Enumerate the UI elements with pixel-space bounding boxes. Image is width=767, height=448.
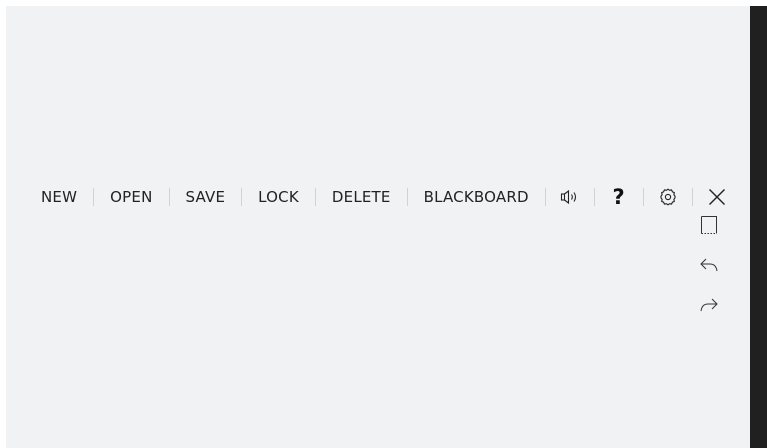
separator <box>544 188 546 206</box>
separator <box>642 188 644 206</box>
save-button[interactable]: SAVE <box>181 184 231 210</box>
redo-icon[interactable] <box>696 292 722 318</box>
separator <box>93 188 95 206</box>
help-icon[interactable]: ? <box>606 184 632 210</box>
delete-button[interactable]: DELETE <box>327 184 396 210</box>
open-button[interactable]: OPEN <box>105 184 157 210</box>
edge-strip <box>750 6 767 448</box>
lock-button[interactable]: LOCK <box>253 184 304 210</box>
undo-icon[interactable] <box>696 252 722 278</box>
separator <box>241 188 243 206</box>
side-toolbar <box>696 212 722 332</box>
separator <box>168 188 170 206</box>
new-button[interactable]: NEW <box>36 184 82 210</box>
speaker-icon[interactable] <box>557 184 583 210</box>
page-icon[interactable] <box>696 212 722 238</box>
close-icon[interactable] <box>704 184 730 210</box>
main-toolbar: NEW OPEN SAVE LOCK DELETE BLACKBOARD ? <box>36 184 730 210</box>
separator <box>314 188 316 206</box>
blackboard-button[interactable]: BLACKBOARD <box>419 184 534 210</box>
separator <box>406 188 408 206</box>
help-glyph: ? <box>612 185 625 209</box>
whiteboard-canvas[interactable] <box>6 6 750 448</box>
separator <box>593 188 595 206</box>
gear-icon[interactable] <box>655 184 681 210</box>
separator <box>691 188 693 206</box>
